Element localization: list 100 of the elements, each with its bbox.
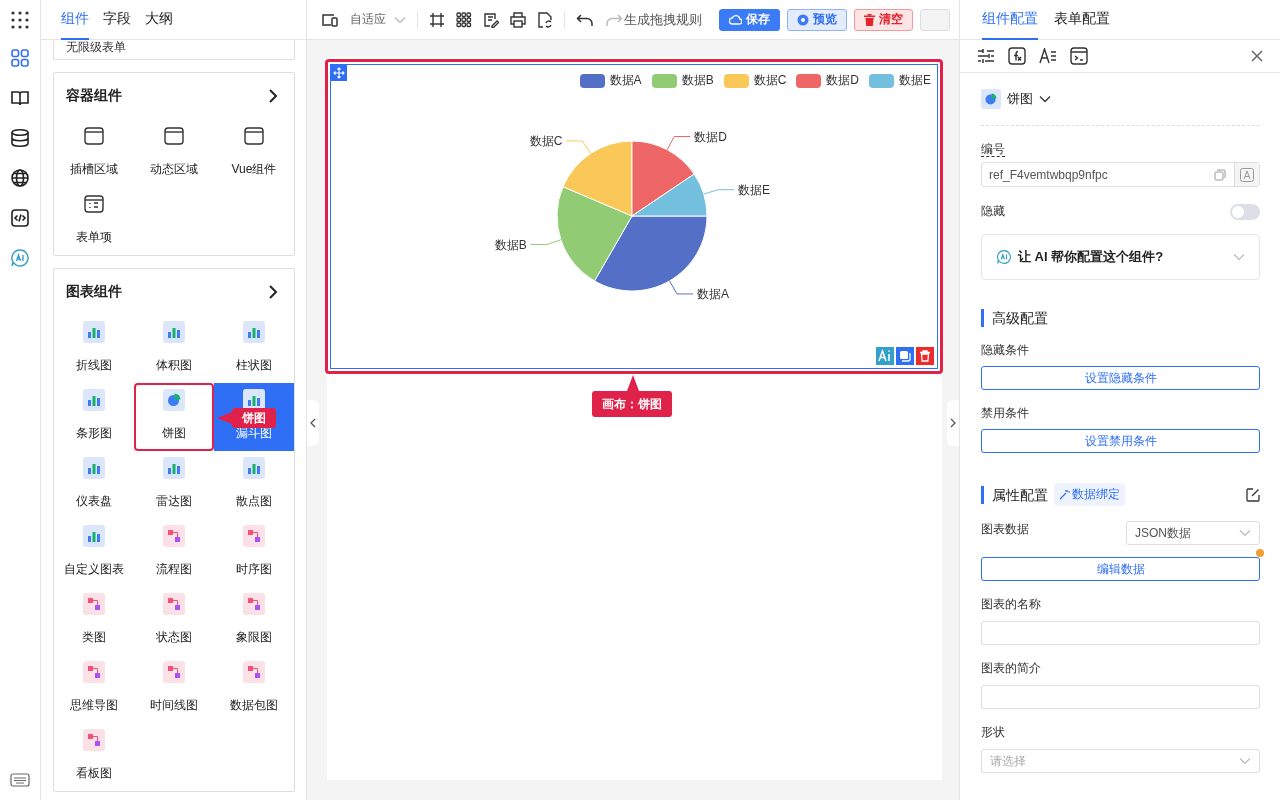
letter-a-icon[interactable] — [1240, 167, 1254, 182]
move-handle-icon[interactable] — [331, 65, 347, 81]
component-item[interactable]: 看板图 — [54, 723, 134, 791]
window-icon — [83, 193, 105, 215]
component-item[interactable]: 象限图 — [214, 587, 294, 655]
data-source-select[interactable]: JSON数据 — [1126, 521, 1260, 545]
component-item[interactable]: 动态区域 — [134, 119, 214, 187]
chevron-down-icon — [1233, 253, 1245, 261]
data-binding-tag[interactable]: 数据绑定 — [1054, 483, 1125, 506]
diagram-icon — [83, 729, 105, 751]
generate-rule-button[interactable]: 生成拖拽规则 — [624, 10, 702, 29]
edit-icon[interactable] — [1246, 487, 1260, 502]
legend-item[interactable]: 数据B — [651, 70, 714, 91]
legend-item[interactable]: 数据A — [579, 70, 642, 91]
database-icon[interactable] — [10, 128, 30, 148]
leader-line — [530, 239, 562, 246]
panel-tab[interactable]: 组件配置 — [982, 0, 1038, 40]
pie-slice[interactable] — [556, 186, 633, 282]
component-item[interactable]: 时序图 — [214, 519, 294, 587]
ai-text-icon[interactable] — [876, 347, 894, 365]
window-icon — [243, 125, 265, 147]
group-title: 容器组件 — [66, 87, 122, 105]
file-sync-icon[interactable] — [537, 11, 553, 28]
undo-icon[interactable] — [576, 12, 594, 27]
edit-document-icon[interactable] — [483, 11, 499, 28]
slice-label: 数据E — [738, 182, 771, 197]
legend-item[interactable]: 数据C — [723, 70, 787, 91]
diagram-icon — [163, 593, 185, 615]
id-input[interactable]: ref_F4vemtwbqp9nfpc — [981, 162, 1260, 187]
component-item[interactable]: 插槽区域 — [54, 119, 134, 187]
legend-item[interactable]: 数据D — [796, 70, 859, 91]
group-title: 图表组件 — [66, 283, 122, 301]
book-icon[interactable] — [10, 88, 30, 108]
component-item[interactable]: 条形图 — [54, 383, 134, 451]
component-item[interactable]: 体积图 — [134, 315, 214, 383]
device-icon[interactable] — [321, 11, 339, 28]
condition-button[interactable]: 设置隐藏条件 — [981, 366, 1260, 390]
panel-tab[interactable]: 组件 — [61, 0, 89, 40]
component-item[interactable]: 流程图 — [134, 519, 214, 587]
pie-chart-icon — [981, 89, 1001, 109]
component-item[interactable]: 类图 — [54, 587, 134, 655]
component-item[interactable]: 仪表盘 — [54, 451, 134, 519]
condition-button[interactable]: 设置禁用条件 — [981, 429, 1260, 453]
close-icon[interactable] — [1251, 50, 1263, 62]
toolbar-button[interactable]: 预览 — [787, 8, 847, 31]
panel-tab[interactable]: 大纲 — [145, 0, 173, 40]
chevron-right-icon[interactable] — [268, 285, 278, 299]
component-item[interactable]: 状态图 — [134, 587, 214, 655]
keyboard-icon[interactable] — [10, 773, 30, 787]
function-icon[interactable] — [1008, 47, 1026, 65]
window-icon — [163, 125, 185, 147]
component-label[interactable]: 无限级表单 — [66, 40, 126, 54]
globe-icon[interactable] — [10, 168, 30, 188]
field-label: 图表的简介 — [981, 660, 1041, 677]
toolbar-button[interactable]: 清空 — [854, 8, 913, 31]
edit-data-button[interactable]: 编辑数据 — [981, 557, 1260, 581]
chevron-right-icon — [950, 418, 956, 428]
component-item[interactable]: 数据包图 — [214, 655, 294, 723]
toggle-switch[interactable] — [1230, 203, 1260, 220]
component-item[interactable]: 柱状图 — [214, 315, 294, 383]
collapse-handle[interactable] — [307, 400, 319, 446]
component-type-select[interactable]: 饼图 — [981, 87, 1260, 111]
delete-icon[interactable] — [916, 347, 934, 365]
pie-slice[interactable] — [631, 140, 695, 217]
text-format-icon[interactable] — [1039, 48, 1057, 64]
text-input[interactable] — [981, 621, 1260, 645]
grid-icon[interactable] — [10, 48, 30, 68]
pie-chart-icon — [163, 389, 185, 411]
component-item[interactable]: 自定义图表 — [54, 519, 134, 587]
collapse-handle[interactable] — [947, 400, 959, 446]
crop-icon[interactable] — [429, 11, 445, 28]
legend-item[interactable]: 数据E — [869, 70, 931, 91]
apps-grid-icon[interactable] — [10, 10, 30, 30]
component-item[interactable]: 折线图 — [54, 315, 134, 383]
field-label: 图表的名称 — [981, 596, 1041, 613]
chevron-right-icon[interactable] — [268, 89, 278, 103]
panel-tab[interactable]: 表单配置 — [1054, 0, 1110, 40]
ai-chat-icon[interactable] — [10, 248, 30, 268]
chevron-down-icon — [1039, 95, 1051, 103]
ai-helper-panel[interactable]: 让 AI 帮你配置这个组件? — [981, 234, 1260, 280]
component-item[interactable]: Vue组件 — [214, 119, 294, 187]
component-item[interactable]: 雷达图 — [134, 451, 214, 519]
component-item[interactable]: 散点图 — [214, 451, 294, 519]
component-item[interactable]: 时间线图 — [134, 655, 214, 723]
field-label: 隐藏条件 — [981, 342, 1029, 359]
device-select[interactable]: 自适应 — [350, 11, 406, 28]
printer-icon[interactable] — [510, 11, 526, 28]
dots-grid-icon[interactable] — [456, 11, 472, 28]
component-item[interactable]: 思维导图 — [54, 655, 134, 723]
terminal-icon[interactable] — [1070, 47, 1088, 65]
toolbar-button[interactable]: 保存 — [719, 8, 780, 31]
component-item[interactable]: 表单项 — [54, 187, 134, 255]
copy-icon[interactable] — [896, 347, 914, 365]
pie-slice[interactable] — [631, 173, 708, 217]
ai-chat-icon — [996, 249, 1012, 265]
text-input[interactable] — [981, 685, 1260, 709]
sliders-icon[interactable] — [977, 48, 995, 64]
cloud-icon — [729, 14, 742, 25]
code-icon[interactable] — [10, 208, 30, 228]
panel-tab[interactable]: 字段 — [103, 0, 131, 40]
